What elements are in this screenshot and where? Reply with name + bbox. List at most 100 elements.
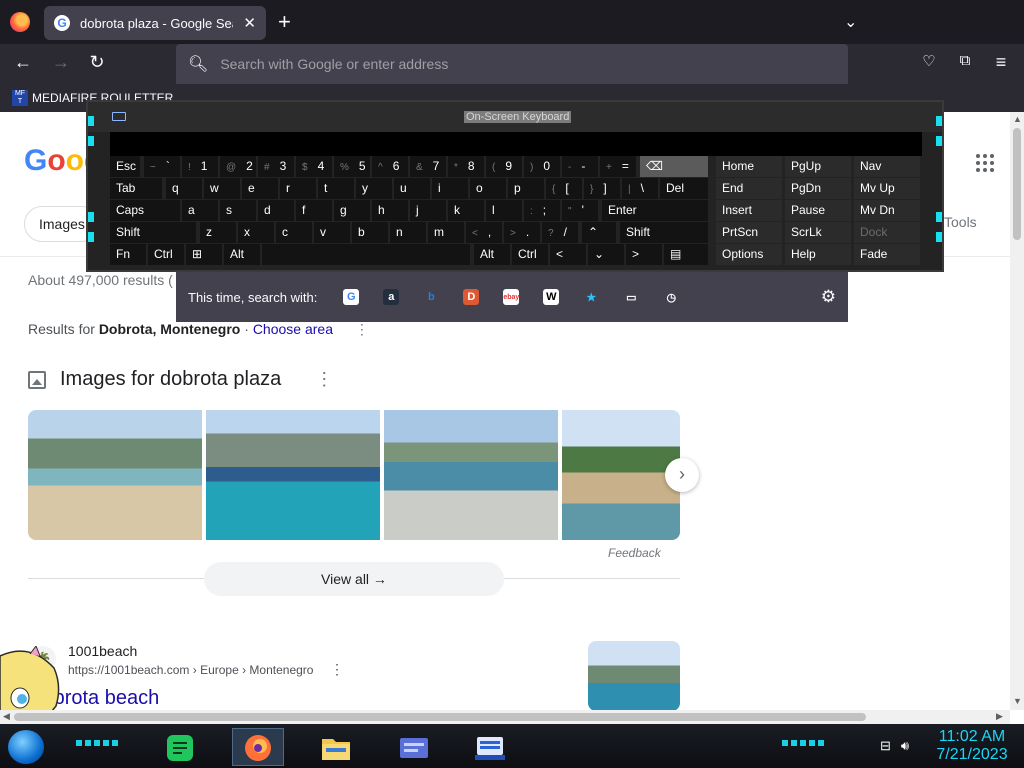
key-insert[interactable]: Insert	[716, 200, 782, 221]
key-prtscn[interactable]: PrtScn	[716, 222, 782, 243]
key-i[interactable]: i	[432, 178, 468, 199]
tab-active[interactable]: G dobrota plaza - Google Search ✕	[44, 6, 266, 40]
search-engine-amazon[interactable]: a	[371, 285, 411, 309]
taskbar-firefox[interactable]	[240, 732, 276, 764]
search-settings-icon[interactable]: ⚙	[821, 287, 836, 307]
key-symbol[interactable]: ? /	[542, 222, 578, 243]
key-help[interactable]: Help	[785, 244, 851, 265]
key-ctrl[interactable]: Ctrl	[148, 244, 184, 265]
key-symbol[interactable]: <,	[466, 222, 502, 243]
choose-area-link[interactable]: Choose area	[253, 321, 333, 337]
key-1[interactable]: ! 1	[182, 156, 218, 177]
key-pgup[interactable]: PgUp	[785, 156, 851, 177]
search-engine-history[interactable]: ◷	[651, 285, 691, 309]
key-fade[interactable]: Fade	[854, 244, 920, 265]
tab-close-icon[interactable]: ✕	[243, 14, 256, 32]
google-apps-icon[interactable]	[976, 154, 994, 172]
key-z[interactable]: z	[200, 222, 236, 243]
key-dock[interactable]: Dock	[854, 222, 920, 243]
search-engine-wikipedia[interactable]: W	[531, 285, 571, 309]
key-3[interactable]: #3	[258, 156, 294, 177]
key-symbol[interactable]: :;	[524, 200, 560, 221]
key-e[interactable]: e	[242, 178, 278, 199]
key-t[interactable]: t	[318, 178, 354, 199]
key-pause[interactable]: Pause	[785, 200, 851, 221]
key-symbol[interactable]: --	[562, 156, 598, 177]
key-symbol[interactable]: ▤	[664, 244, 708, 265]
search-engine-bing[interactable]: b	[411, 285, 451, 309]
key-symbol[interactable]: ⊞	[186, 244, 222, 265]
key-symbol[interactable]: ~ `	[144, 156, 180, 177]
key-q[interactable]: q	[166, 178, 202, 199]
scroll-up-icon[interactable]: ▲	[1013, 114, 1022, 124]
pocket-icon[interactable]: ♡	[916, 52, 942, 70]
key-s[interactable]: s	[220, 200, 256, 221]
search-engine-google[interactable]: G	[331, 285, 371, 309]
search-engine-ebay[interactable]: ebay	[491, 285, 531, 309]
key-d[interactable]: d	[258, 200, 294, 221]
key-y[interactable]: y	[356, 178, 392, 199]
view-all-button[interactable]: View all →	[204, 562, 504, 596]
result-site-name[interactable]: 1001beach	[68, 643, 137, 659]
key-7[interactable]: & 7	[410, 156, 446, 177]
location-more-icon[interactable]: ⋮	[355, 321, 369, 337]
key-u[interactable]: u	[394, 178, 430, 199]
key-symbol[interactable]: >.	[504, 222, 540, 243]
key-a[interactable]: a	[182, 200, 218, 221]
key-symbol[interactable]: <	[550, 244, 586, 265]
key-symbol[interactable]: }]	[584, 178, 620, 199]
key-b[interactable]: b	[352, 222, 388, 243]
key-2[interactable]: @2	[220, 156, 256, 177]
feedback-link[interactable]: Feedback	[608, 546, 661, 560]
key-shift[interactable]: Shift	[620, 222, 708, 243]
key-symbol[interactable]: " '	[562, 200, 598, 221]
key-v[interactable]: v	[314, 222, 350, 243]
key-j[interactable]: j	[410, 200, 446, 221]
key-symbol[interactable]: ⌃	[582, 222, 616, 243]
key-enter[interactable]: Enter	[602, 200, 708, 221]
scroll-right-icon[interactable]: ▶	[996, 711, 1003, 722]
result-url[interactable]: https://1001beach.com › Europe › Montene…	[68, 663, 313, 677]
list-all-tabs-icon[interactable]: ⌄	[844, 12, 857, 32]
key-caps[interactable]: Caps	[110, 200, 180, 221]
key-end[interactable]: End	[716, 178, 782, 199]
key-9[interactable]: (9	[486, 156, 522, 177]
key-symbol[interactable]: ⌄	[588, 244, 624, 265]
key-g[interactable]: g	[334, 200, 370, 221]
image-result[interactable]	[206, 410, 380, 540]
extensions-icon[interactable]: ⧉	[952, 52, 978, 69]
key-4[interactable]: $4	[296, 156, 332, 177]
key-mvup[interactable]: Mv Up	[854, 178, 920, 199]
key-k[interactable]: k	[448, 200, 484, 221]
taskbar-on-screen-keyboard[interactable]	[472, 732, 508, 764]
key-del[interactable]: Del	[660, 178, 708, 199]
back-icon[interactable]: ←	[10, 52, 36, 73]
image-result[interactable]	[562, 410, 680, 540]
tools-button[interactable]: Tools	[944, 214, 977, 230]
key-pgdn[interactable]: PgDn	[785, 178, 851, 199]
key-f[interactable]: f	[296, 200, 332, 221]
key-symbol[interactable]: | \	[622, 178, 658, 199]
key-5[interactable]: % 5	[334, 156, 370, 177]
key-esc[interactable]: Esc	[110, 156, 140, 177]
reload-icon[interactable]: ↻	[84, 52, 110, 73]
scrollbar-thumb[interactable]	[1013, 128, 1021, 240]
key-space[interactable]	[262, 244, 470, 265]
search-engine-bookmarks[interactable]: ★	[571, 285, 611, 309]
taskbar-notes-app[interactable]	[162, 732, 198, 764]
url-input[interactable]: Search with Google or enter address	[220, 56, 448, 72]
key-home[interactable]: Home	[716, 156, 782, 177]
key-nav[interactable]: Nav	[854, 156, 920, 177]
search-engine-duckduckgo[interactable]: D	[451, 285, 491, 309]
start-button[interactable]	[8, 730, 44, 764]
scroll-left-icon[interactable]: ◀	[3, 711, 10, 722]
result-more-icon[interactable]: ⋮	[330, 661, 344, 678]
key-r[interactable]: r	[280, 178, 316, 199]
key-c[interactable]: c	[276, 222, 312, 243]
key-alt[interactable]: Alt	[474, 244, 510, 265]
result-thumbnail[interactable]	[588, 641, 680, 710]
forward-icon[interactable]: →	[48, 52, 74, 73]
taskbar-clock[interactable]: 11:02 AM 7/21/2023	[934, 728, 1010, 764]
key-alt[interactable]: Alt	[224, 244, 260, 265]
scrollbar-thumb[interactable]	[14, 713, 866, 721]
